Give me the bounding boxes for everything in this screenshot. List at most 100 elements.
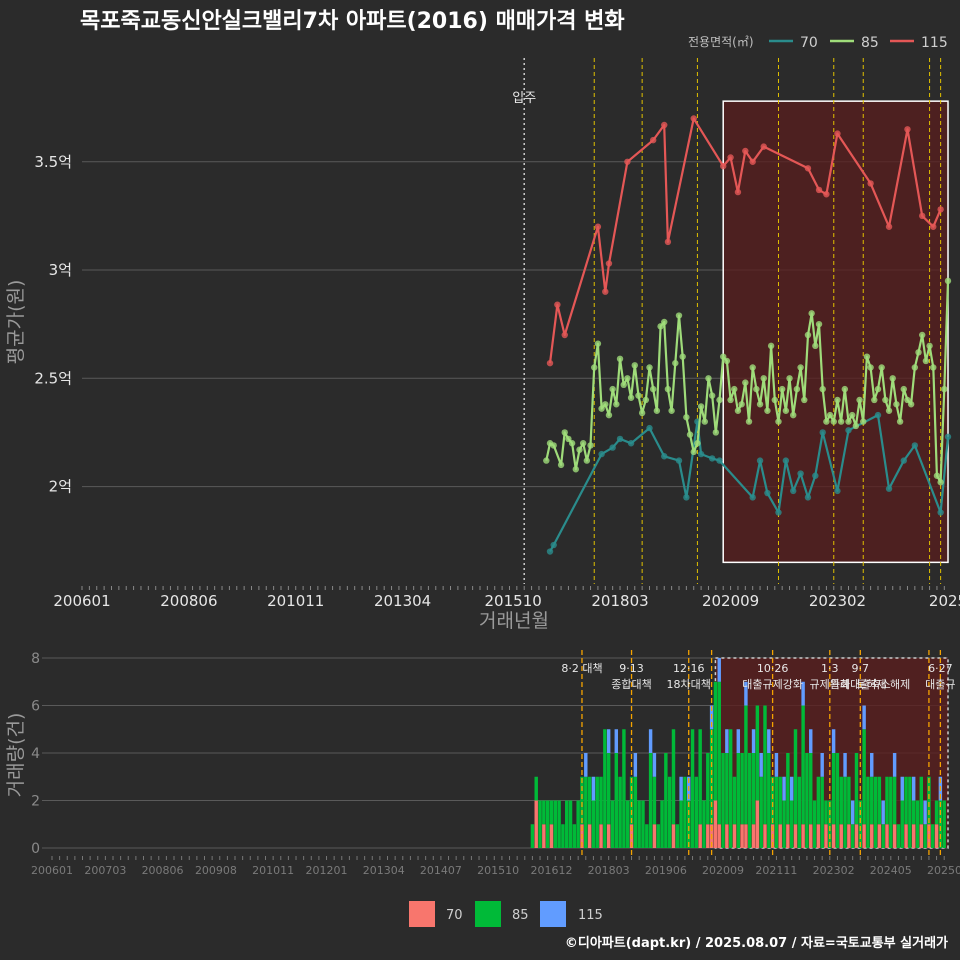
volume-bar-85 [854,753,859,825]
x-tick-label: 202009 [702,592,759,610]
volume-bar-85 [770,776,775,825]
volume-x-tick-label: 202405 [870,864,912,877]
volume-bar-85 [591,800,596,848]
volume-bar-85 [881,824,885,848]
volume-bar-85 [751,753,756,825]
volume-x-tick-label: 201906 [645,864,687,877]
volume-bar-70 [870,824,874,848]
policy-annotation: 대출규 [925,678,955,691]
bar-legend-swatch-85 [475,901,501,927]
volume-bar-70 [717,824,721,848]
volume-x-tick-label: 201510 [477,864,519,877]
credit-text: ©디아파트(dapt.kr) / 2025.08.07 / 자료=국토교통부 실… [565,935,948,951]
volume-bar-115 [717,658,721,682]
volume-bar-70 [744,824,748,848]
volume-bar-115 [759,753,763,777]
volume-bar-85 [740,753,744,825]
volume-bar-85 [587,776,592,825]
volume-bar-70 [606,824,611,848]
volume-bar-70 [599,824,603,848]
x-tick-label: 201304 [374,592,431,610]
volume-y-tick-label: 0 [31,841,40,857]
policy-annotation: 토허제 해제 [856,677,910,691]
volume-bar-85 [885,776,889,825]
volume-bar-85 [641,800,645,848]
volume-bar-85 [789,800,794,848]
volume-bar-85 [904,776,908,825]
volume-bar-70 [847,824,851,848]
volume-x-tick-label: 201304 [363,864,405,877]
bar-legend-label-115: 115 [578,908,603,923]
volume-bar-85 [687,800,691,848]
volume-bar-70 [854,824,859,848]
volume-bar-85 [698,729,702,825]
volume-bar-85 [584,776,588,848]
x-tick-label: 200806 [160,592,217,610]
volume-bar-85 [629,776,634,825]
chart-title: 목포죽교동신안실크밸리7차 아파트(2016) 매매가격 변화 [80,9,625,34]
volume-bar-115 [751,729,756,753]
volume-x-tick-label: 201201 [306,864,348,877]
volume-bar-70 [671,824,676,848]
bar-legend: 70 85 115 [409,901,603,927]
volume-bar-70 [725,824,729,848]
policy-annotation: 종합대책 [611,678,651,691]
volume-y-tick-label: 8 [31,651,40,667]
volume-bar-115 [774,753,779,777]
volume-bar-85 [805,753,809,848]
volume-bar-85 [664,753,668,848]
volume-bar-85 [774,776,779,848]
volume-bar-85 [580,776,584,825]
volume-bar-85 [782,800,786,848]
volume-bar-70 [934,824,939,848]
volume-bar-70 [911,824,916,848]
volume-bar-115 [831,729,836,753]
volume-bar-70 [652,824,657,848]
volume-bar-85 [648,753,653,848]
x-tick-label: 202302 [809,592,866,610]
y-tick-label: 2억 [49,478,72,496]
volume-bar-85 [610,800,615,848]
volume-bar-85 [767,753,771,848]
volume-bar-115 [591,776,596,801]
x-tick-label: 201803 [591,592,648,610]
y-tick-label: 2.5억 [34,369,72,387]
volume-bar-85 [866,776,870,848]
volume-bar-85 [721,753,725,848]
volume-bar-115 [782,776,786,801]
volume-bar-70 [713,800,718,848]
volume-bar-115 [862,705,866,730]
volume-bar-85 [942,800,946,848]
volume-bar-70 [542,824,546,848]
volume-bar-85 [877,776,882,825]
volume-bar-85 [614,753,619,848]
volume-bar-85 [717,681,721,825]
volume-bar-70 [763,824,767,848]
volume-bar-85 [671,729,676,825]
y-axis-title: 평균가(원) [5,280,27,365]
volume-bar-70 [824,824,828,848]
volume-bar-70 [801,824,805,848]
volume-bar-85 [793,729,798,825]
volume-bar-70 [751,824,756,848]
legend-title: 전용면적(㎡) [688,35,754,49]
volume-bar-85 [759,776,763,848]
volume-x-tick-label: 202508 [927,864,960,877]
volume-bar-85 [831,753,836,825]
x-tick-label: 200601 [53,592,110,610]
policy-annotation: 6·27 [928,662,953,675]
volume-bar-70 [839,824,843,848]
volume-x-tick-label: 201612 [530,864,572,877]
volume-bar-85 [603,729,607,848]
volume-bar-85 [820,776,824,848]
volume-x-tick-label: 202111 [755,864,797,877]
volume-bar-115 [870,753,874,777]
volume-bar-85 [850,824,855,848]
volume-bar-115 [725,729,729,753]
volume-bar-85 [637,800,641,848]
volume-bar-70 [587,824,592,848]
volume-bar-85 [568,800,573,848]
volume-x-tick-label: 201407 [420,864,462,877]
volume-bar-70 [904,824,908,848]
bar-legend-label-70: 70 [446,908,463,923]
